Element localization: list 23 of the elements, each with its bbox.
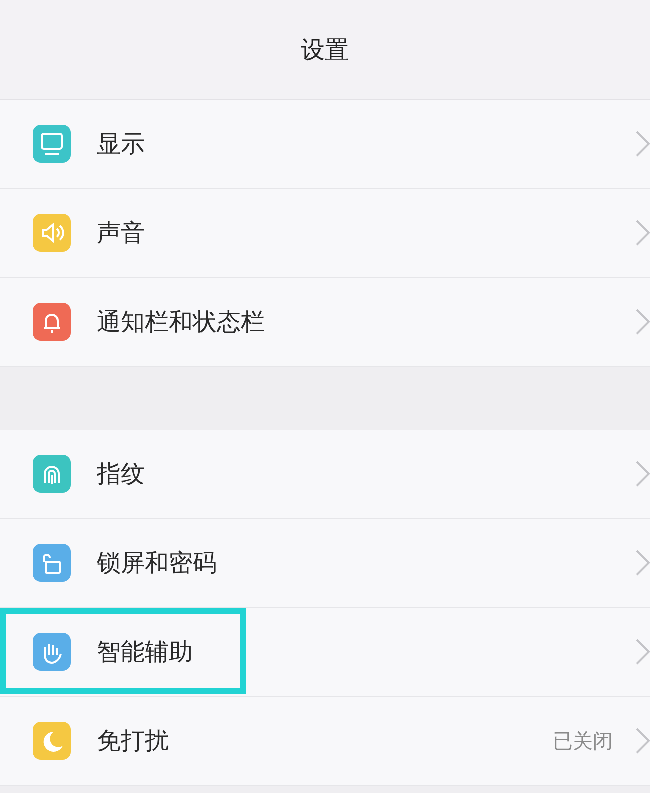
settings-row[interactable]: 免打扰 已关闭 [0,697,650,786]
chevron-icon [635,638,650,666]
chevron-icon [635,308,650,336]
row-label: 智能辅助 [97,637,193,668]
chevron-icon [635,727,650,755]
chevron-icon [635,460,650,488]
row-label: 显示 [97,129,145,160]
chevron-icon [635,219,650,247]
row-value: 已关闭 [553,728,613,755]
settings-row[interactable]: 显示 [0,100,650,189]
chevron-icon [635,130,650,158]
row-label: 锁屏和密码 [97,548,217,579]
settings-row[interactable]: 锁屏和密码 [0,519,650,608]
row-label: 指纹 [97,459,145,490]
chevron-icon [635,549,650,577]
row-label: 通知栏和状态栏 [97,307,265,338]
settings-row[interactable]: 指纹 [0,430,650,519]
settings-row[interactable]: 智能辅助 [0,608,650,697]
row-label: 免打扰 [97,726,169,757]
settings-row[interactable]: 声音 [0,189,650,278]
settings-row[interactable]: 通知栏和状态栏 [0,278,650,367]
page-title: 设置 [301,34,349,66]
row-label: 声音 [97,218,145,249]
